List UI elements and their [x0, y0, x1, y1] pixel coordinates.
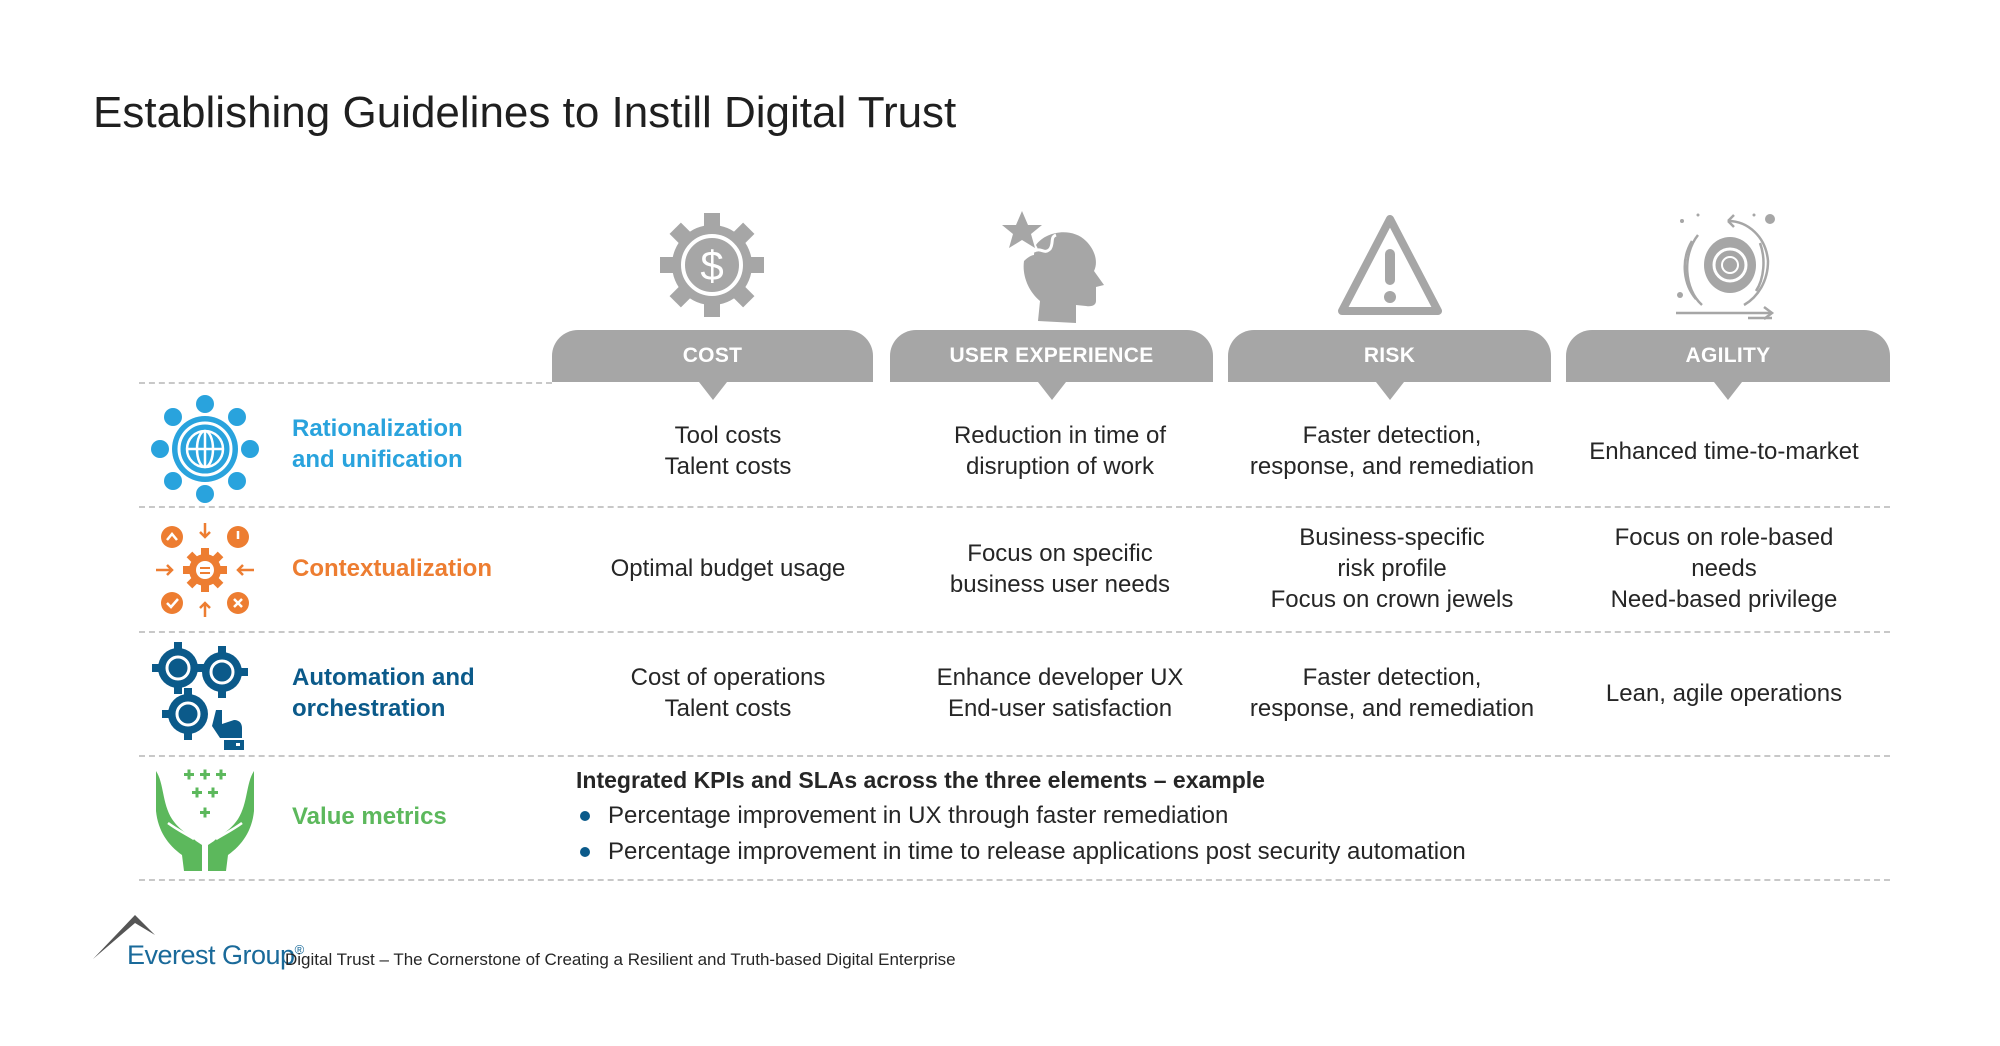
cell-line: Reduction in time of — [953, 422, 1167, 449]
row-label-line: Contextualization — [292, 555, 493, 582]
cell-line: Faster detection, — [1302, 664, 1482, 691]
brand-text: Everest Group — [127, 940, 295, 970]
row-label-automation: Automation and orchestration — [292, 662, 475, 724]
column-header-user-experience: USER EXPERIENCE — [890, 330, 1213, 400]
agile-gear-cycle-icon — [1668, 205, 1788, 325]
globe-network-icon — [150, 394, 260, 504]
cell-line: Enhance developer UX — [936, 664, 1184, 691]
cell-line: Enhanced time-to-market — [1589, 437, 1859, 465]
cell-line: response, and remediation — [1249, 453, 1535, 480]
cell-automation-cost: Cost of operations Talent costs — [568, 631, 888, 755]
footer-caption: Digital Trust – The Cornerstone of Creat… — [285, 950, 956, 969]
cell-rationalization-ux: Reduction in time of disruption of work — [900, 396, 1220, 506]
cell-automation-ux: Enhance developer UX End-user satisfacti… — [900, 631, 1220, 755]
value-metrics-bullet: Percentage improvement in UX through fas… — [576, 802, 1228, 830]
cell-line: Business-specific — [1299, 524, 1485, 551]
bullet-dot-icon — [580, 847, 590, 857]
cell-line: Talent costs — [664, 695, 792, 722]
cell-line: Tool costs — [674, 422, 782, 449]
cell-line: response, and remediation — [1249, 695, 1535, 722]
cell-rationalization-cost: Tool costs Talent costs — [568, 396, 888, 506]
row-label-line: and unification — [292, 446, 463, 473]
cell-contextualization-risk: Business-specific risk profile Focus on … — [1232, 506, 1552, 631]
cell-line: needs — [1691, 555, 1757, 582]
cell-line: Faster detection, — [1302, 422, 1482, 449]
cell-line: Focus on crown jewels — [1270, 586, 1514, 613]
row-label-line: orchestration — [292, 695, 446, 722]
cell-contextualization-cost: Optimal budget usage — [568, 506, 888, 631]
row-label-line: Automation and — [292, 664, 475, 691]
row-divider — [139, 879, 1890, 881]
page-title: Establishing Guidelines to Instill Digit… — [93, 88, 957, 137]
cell-automation-agility: Lean, agile operations — [1564, 631, 1884, 755]
svg-text:$: $ — [700, 242, 723, 289]
cell-line: disruption of work — [965, 453, 1155, 480]
cell-line: business user needs — [949, 570, 1171, 598]
cell-contextualization-ux: Focus on specific business user needs — [900, 506, 1220, 631]
bullet-text: Percentage improvement in UX through fas… — [608, 802, 1229, 829]
cell-line: Focus on specific — [967, 539, 1153, 567]
bullet-text: Percentage improvement in time to releas… — [608, 838, 1466, 865]
hands-plus-icon — [150, 763, 260, 873]
value-metrics-heading: Integrated KPIs and SLAs across the thre… — [576, 767, 1265, 793]
cell-line: Talent costs — [664, 453, 792, 480]
row-label-line: Value metrics — [292, 803, 447, 830]
cell-line: Need-based privilege — [1610, 586, 1838, 613]
cell-line: risk profile — [1337, 555, 1447, 582]
cell-line: Lean, agile operations — [1605, 679, 1843, 707]
row-divider — [139, 382, 552, 384]
context-gear-icon — [150, 515, 260, 625]
dollar-gear-icon: $ — [652, 205, 772, 325]
value-metrics-bullet: Percentage improvement in time to releas… — [576, 838, 1466, 866]
cell-contextualization-agility: Focus on role-based needs Need-based pri… — [1564, 506, 1884, 631]
brand-name: Everest Group® — [127, 940, 304, 971]
cell-automation-risk: Faster detection, response, and remediat… — [1232, 631, 1552, 755]
row-label-contextualization: Contextualization — [292, 553, 492, 584]
cell-line: Optimal budget usage — [610, 555, 846, 582]
column-header-risk: RISK — [1228, 330, 1551, 400]
warning-triangle-icon — [1330, 205, 1450, 325]
column-header-agility: AGILITY — [1566, 330, 1890, 400]
row-label-value-metrics: Value metrics — [292, 801, 447, 832]
row-label-line: Rationalization — [292, 415, 463, 442]
cell-line: End-user satisfaction — [947, 695, 1173, 722]
gears-hand-icon — [150, 640, 260, 750]
cell-rationalization-agility: Enhanced time-to-market — [1564, 396, 1884, 506]
cell-line: Cost of operations — [630, 664, 826, 691]
cell-rationalization-risk: Faster detection, response, and remediat… — [1232, 396, 1552, 506]
row-divider — [139, 755, 1890, 757]
row-label-rationalization: Rationalization and unification — [292, 413, 463, 475]
cell-line: Focus on role-based — [1614, 524, 1834, 551]
head-star-icon — [994, 205, 1114, 325]
footer: Everest Group® Digital Trust – The Corne… — [93, 915, 1093, 975]
column-header-cost: COST — [552, 330, 873, 400]
bullet-dot-icon — [580, 811, 590, 821]
